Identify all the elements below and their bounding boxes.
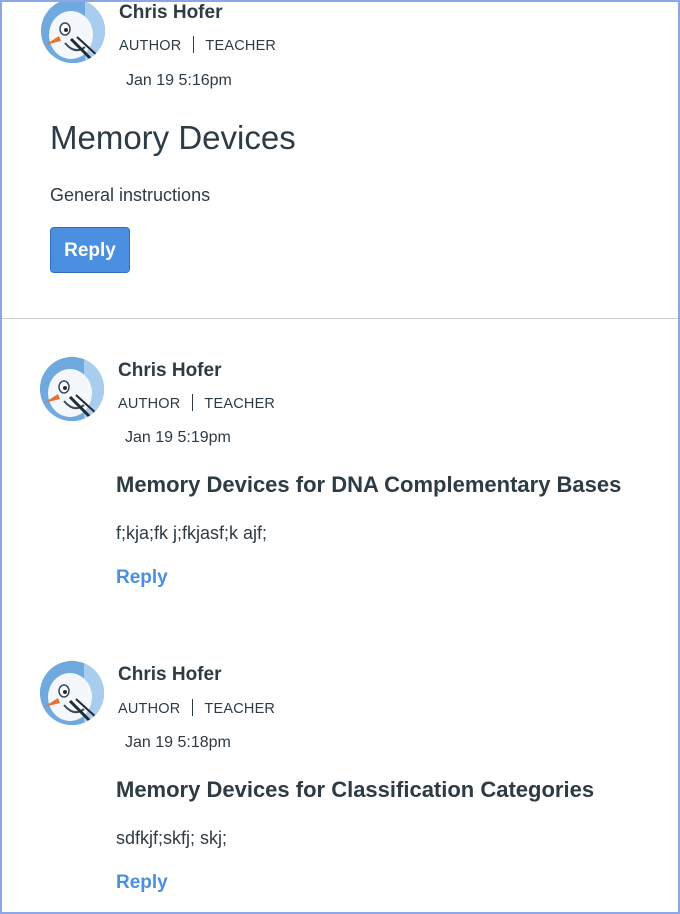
- role-author: AUTHOR: [118, 701, 181, 717]
- reply-title: Memory Devices for DNA Complementary Bas…: [116, 472, 622, 497]
- author-avatar[interactable]: [40, 357, 104, 421]
- role-separator: [192, 699, 194, 716]
- author-name[interactable]: Chris Hofer: [118, 664, 221, 686]
- author-name[interactable]: Chris Hofer: [119, 2, 222, 24]
- reply-body: sdfkjf;skfj; skj;: [116, 828, 228, 848]
- reply-body: f;kja;fk j;fkjasf;k ajf;: [116, 523, 268, 543]
- role-separator: [192, 394, 194, 411]
- post-date: Jan 19 5:18pm: [125, 734, 231, 751]
- author-avatar[interactable]: [40, 661, 104, 725]
- divider: [2, 318, 678, 319]
- post-date: Jan 19 5:16pm: [126, 72, 232, 89]
- author-roles: AUTHOR TEACHER: [118, 394, 275, 412]
- reply-title: Memory Devices for Classification Catego…: [116, 777, 595, 802]
- role-teacher: TEACHER: [204, 396, 276, 412]
- author-roles: AUTHOR TEACHER: [119, 36, 276, 54]
- role-author: AUTHOR: [118, 396, 181, 412]
- discussion-frame: Chris Hofer AUTHOR TEACHER Jan 19 5:16pm …: [0, 0, 680, 914]
- reply-button[interactable]: Reply: [50, 227, 130, 273]
- reply-link[interactable]: Reply: [116, 872, 168, 894]
- role-teacher: TEACHER: [205, 38, 277, 54]
- topic-body: General instructions: [50, 185, 211, 205]
- reply-link[interactable]: Reply: [116, 567, 168, 589]
- role-separator: [193, 36, 195, 53]
- post-date: Jan 19 5:19pm: [125, 429, 231, 446]
- role-teacher: TEACHER: [204, 701, 276, 717]
- author-avatar[interactable]: [41, 2, 105, 63]
- snowman-avatar-image: [41, 2, 105, 63]
- topic-title: Memory Devices: [50, 119, 296, 156]
- role-author: AUTHOR: [119, 38, 182, 54]
- author-name[interactable]: Chris Hofer: [118, 360, 221, 382]
- snowman-avatar-image: [40, 357, 104, 421]
- author-roles: AUTHOR TEACHER: [118, 699, 275, 717]
- snowman-avatar-image: [40, 661, 104, 725]
